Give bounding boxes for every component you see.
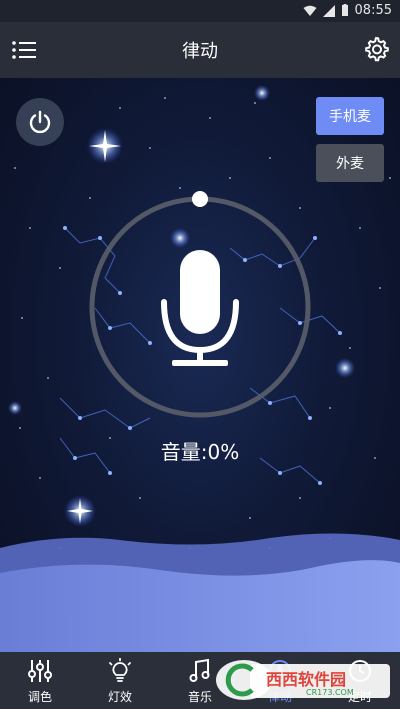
bulb-icon [109,658,131,682]
gear-icon[interactable] [362,35,390,63]
status-bar: 08:55 [0,0,400,22]
music-note-icon [189,658,210,682]
app-bar: 律动 [0,22,400,78]
volume-ring-knob[interactable] [192,191,208,207]
wifi-icon [303,5,317,16]
external-mic-button[interactable]: 外麦 [316,144,384,182]
watermark-brand: 西西软件园 [266,670,346,689]
sliders-icon [28,660,52,682]
signal-icon [322,4,335,17]
tab-light-effect[interactable]: 灯效 [80,652,160,709]
tab-color[interactable]: 调色 [0,652,80,709]
status-time: 08:55 [354,3,392,18]
page-title: 律动 [182,41,218,62]
power-icon [29,110,51,134]
battery-icon [341,4,348,16]
tab-label: 灯效 [107,690,132,704]
watermark-domain: CR173.COM [306,688,354,697]
watermark-logo: 西西软件园 CR173.COM [216,660,390,700]
microphone-icon [161,250,239,366]
volume-label: 音量:0% [160,440,240,464]
tab-label: 调色 [27,690,52,704]
phone-mic-button[interactable]: 手机麦 [316,97,384,135]
power-button[interactable] [16,98,64,146]
rhythm-stage: 手机麦 外麦 音量:0% [0,78,400,652]
